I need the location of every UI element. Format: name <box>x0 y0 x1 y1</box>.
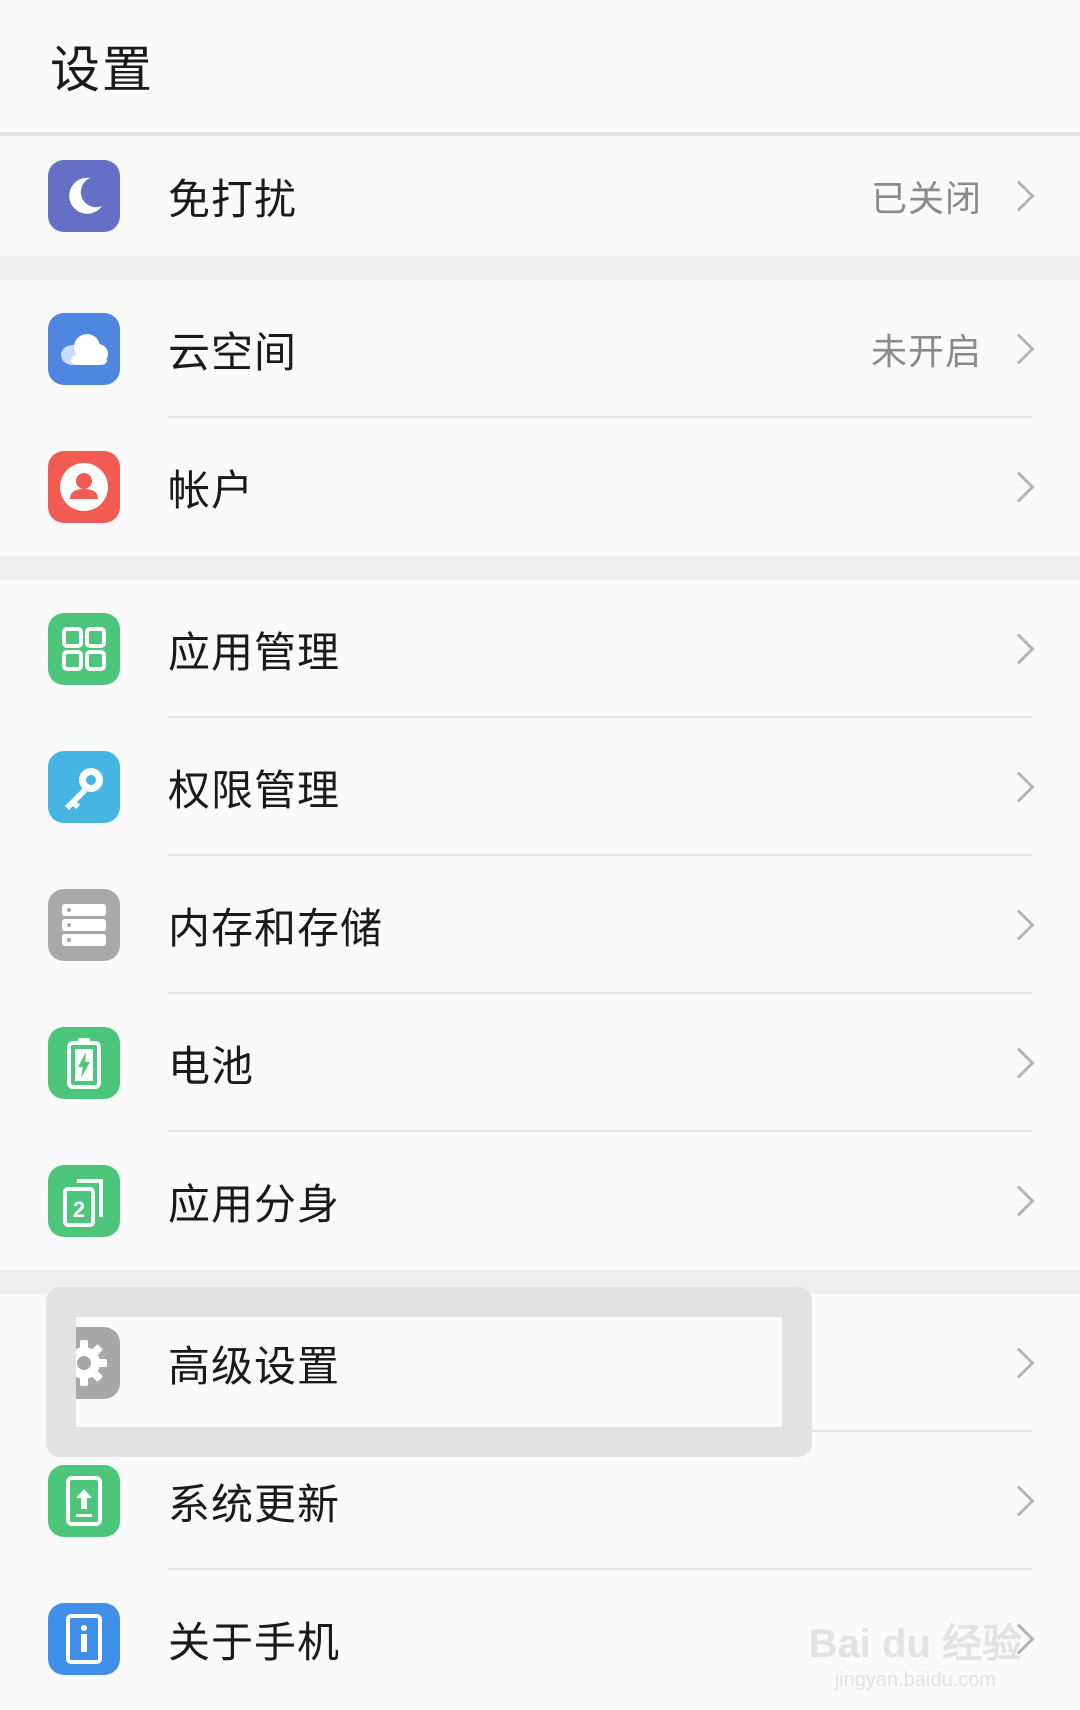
row-account[interactable]: 帐户 <box>0 418 1080 556</box>
row-label: 免打扰 <box>168 174 298 224</box>
chevron-right-icon <box>1003 333 1035 365</box>
watermark-url: jingyan.baidu.com <box>834 1669 996 1691</box>
info-icon <box>48 1603 120 1675</box>
row-label: 应用管理 <box>168 627 341 677</box>
row-label: 云空间 <box>168 327 298 377</box>
status-text: 已关闭 <box>870 179 982 220</box>
group-divider <box>0 256 1080 280</box>
status-text: 未开启 <box>870 332 982 373</box>
chevron-right-icon <box>1003 1185 1035 1217</box>
row-label: 帐户 <box>168 465 255 515</box>
group-account: 云空间 未开启 帐户 <box>0 280 1080 556</box>
watermark: Bai du 经验 jingyan.baidu.com <box>809 1611 1022 1692</box>
cloud-icon <box>48 313 120 385</box>
moon-icon <box>48 160 120 232</box>
row-label: 系统更新 <box>168 1479 341 1529</box>
twin-app-icon: 2 <box>48 1165 120 1237</box>
svg-text:2: 2 <box>73 1197 85 1222</box>
chevron-right-icon <box>1003 633 1035 665</box>
update-icon <box>48 1465 120 1537</box>
row-battery[interactable]: 电池 <box>0 994 1080 1132</box>
row-do-not-disturb[interactable]: 免打扰 已关闭 <box>0 136 1080 256</box>
row-system-update[interactable]: 系统更新 <box>0 1432 1080 1570</box>
row-memory-storage[interactable]: 内存和存储 <box>0 856 1080 994</box>
chevron-right-icon <box>1003 909 1035 941</box>
battery-icon <box>48 1027 120 1099</box>
chevron-right-icon <box>1003 1347 1035 1379</box>
storage-icon <box>48 889 120 961</box>
gear-icon <box>48 1327 120 1399</box>
group-apps: 应用管理 权限管理 内存和存储 电池 2 应用分身 <box>0 580 1080 1270</box>
row-app-twin[interactable]: 2 应用分身 <box>0 1132 1080 1270</box>
key-icon <box>48 751 120 823</box>
page-title: 设置 <box>50 41 154 99</box>
row-cloud[interactable]: 云空间 未开启 <box>0 280 1080 418</box>
row-label: 权限管理 <box>168 765 341 815</box>
row-label: 高级设置 <box>168 1341 341 1391</box>
group-dnd: 免打扰 已关闭 <box>0 136 1080 256</box>
chevron-right-icon <box>1003 471 1035 503</box>
chevron-right-icon <box>1003 1485 1035 1517</box>
row-label: 内存和存储 <box>168 903 384 953</box>
row-label: 应用分身 <box>168 1179 341 1229</box>
row-label: 电池 <box>168 1041 255 1091</box>
chevron-right-icon <box>1003 180 1035 212</box>
row-advanced-settings[interactable]: 高级设置 <box>0 1294 1080 1432</box>
group-divider <box>0 556 1080 580</box>
row-app-management[interactable]: 应用管理 <box>0 580 1080 718</box>
row-label: 关于手机 <box>168 1617 341 1667</box>
header: 设置 <box>0 0 1080 132</box>
grid-icon <box>48 613 120 685</box>
chevron-right-icon <box>1003 1047 1035 1079</box>
chevron-right-icon <box>1003 771 1035 803</box>
watermark-logo: Bai du 经验 <box>808 1622 1022 1666</box>
group-divider <box>0 1270 1080 1294</box>
row-permission-management[interactable]: 权限管理 <box>0 718 1080 856</box>
user-icon <box>48 451 120 523</box>
